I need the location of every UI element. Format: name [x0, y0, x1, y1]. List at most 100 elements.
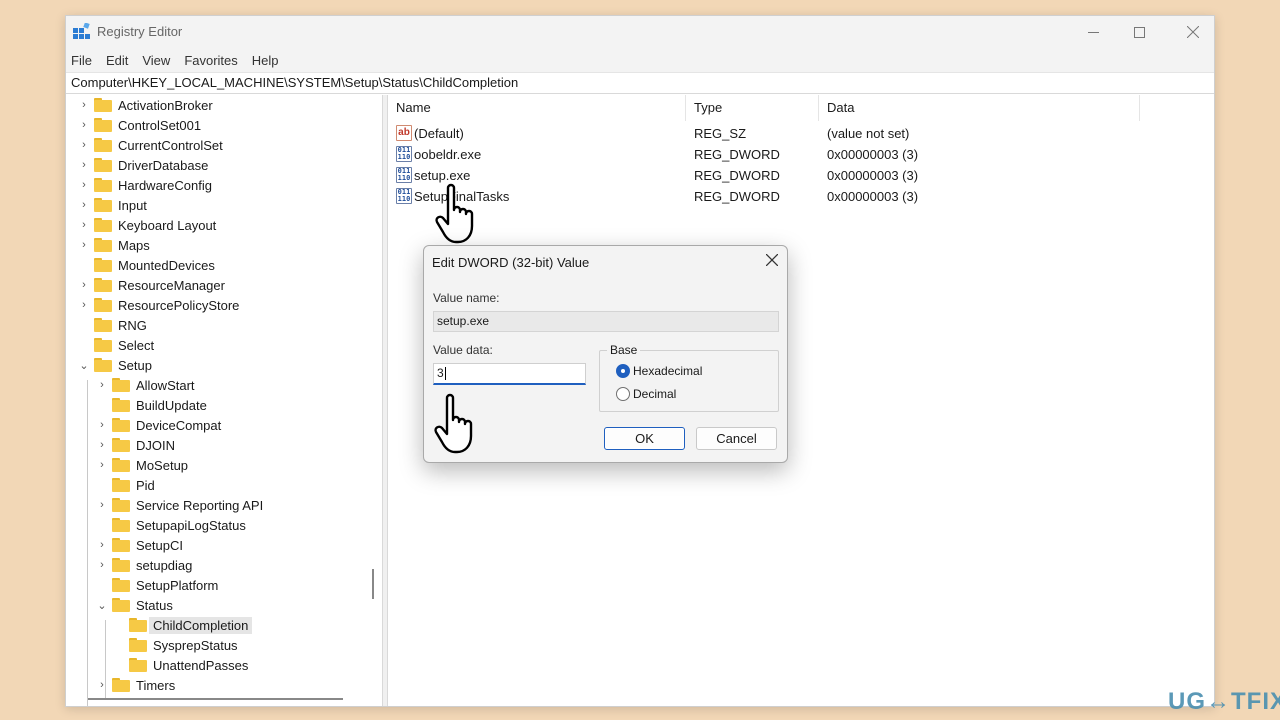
key-tree-pane[interactable]: › ActivationBroker › ControlSet001 › Curren… — [66, 95, 382, 706]
value-row[interactable]: ab (Default) REG_SZ (value not set) — [388, 123, 1148, 144]
maximize-button[interactable] — [1116, 16, 1162, 48]
tree-item-activationbroker[interactable]: › ActivationBroker — [78, 95, 213, 115]
close-button[interactable] — [1170, 16, 1214, 48]
chevron-right-icon[interactable]: › — [78, 239, 90, 251]
tree-item-label: Service Reporting API — [136, 497, 264, 513]
tree-item-mosetup[interactable]: › MoSetup — [96, 455, 188, 475]
chevron-down-icon[interactable]: ⌄ — [96, 599, 108, 612]
chevron-right-icon[interactable]: › — [96, 419, 108, 431]
chevron-right-icon[interactable]: › — [96, 459, 108, 471]
tree-item-service-reporting-api[interactable]: › Service Reporting API — [96, 495, 263, 515]
minimize-button[interactable] — [1070, 16, 1116, 48]
tree-item-sysprepstatus[interactable]: SysprepStatus — [113, 635, 238, 655]
column-header-name[interactable]: Name — [388, 95, 686, 121]
pointing-hand-icon — [435, 183, 474, 244]
tree-item-keyboard-layout[interactable]: › Keyboard Layout — [78, 215, 216, 235]
tree-item-label: Input — [118, 197, 147, 213]
folder-icon — [129, 638, 147, 652]
tree-vertical-scrollbar[interactable] — [372, 569, 374, 599]
chevron-right-icon[interactable]: › — [78, 179, 90, 191]
menu-file[interactable]: File — [71, 53, 92, 68]
base-label: Base — [607, 343, 641, 357]
chevron-right-icon[interactable]: › — [96, 559, 108, 571]
address-bar[interactable]: Computer\HKEY_LOCAL_MACHINE\SYSTEM\Setup… — [66, 72, 1214, 94]
tree-item-resourcemanager[interactable]: › ResourceManager — [78, 275, 225, 295]
chevron-right-icon[interactable]: › — [78, 299, 90, 311]
decimal-radio[interactable] — [616, 387, 630, 401]
column-header-type[interactable]: Type — [686, 95, 819, 121]
tree-item-djoin[interactable]: › DJOIN — [96, 435, 175, 455]
tree-item-resourcepolicystore[interactable]: › ResourcePolicyStore — [78, 295, 239, 315]
chevron-right-icon[interactable]: › — [78, 159, 90, 171]
hexadecimal-label[interactable]: Hexadecimal — [633, 364, 702, 378]
cancel-button[interactable]: Cancel — [696, 427, 777, 450]
chevron-right-icon[interactable]: › — [78, 139, 90, 151]
window-title: Registry Editor — [97, 24, 183, 39]
folder-icon — [112, 378, 130, 392]
decimal-label[interactable]: Decimal — [633, 387, 676, 401]
tree-item-currentcontrolset[interactable]: › CurrentControlSet — [78, 135, 223, 155]
value-row[interactable]: 011 110 oobeldr.exe REG_DWORD 0x00000003 … — [388, 144, 1148, 165]
value-data: (value not set) — [827, 126, 910, 141]
tree-item-mounteddevices[interactable]: MountedDevices — [78, 255, 215, 275]
tree-item-status[interactable]: ⌄ Status — [96, 595, 172, 615]
tree-item-setupplatform[interactable]: SetupPlatform — [96, 575, 218, 595]
chevron-right-icon[interactable]: › — [78, 279, 90, 291]
dialog-close-button[interactable] — [760, 250, 784, 274]
menu-help[interactable]: Help — [252, 53, 279, 68]
tree-item-setupci[interactable]: › SetupCI — [96, 535, 183, 555]
registry-editor-app-icon — [73, 23, 90, 39]
tree-item-pid[interactable]: Pid — [96, 475, 155, 495]
chevron-right-icon[interactable]: › — [96, 539, 108, 551]
chevron-down-icon[interactable]: ⌄ — [78, 359, 90, 372]
tree-item-setupapilogstatus[interactable]: SetupapiLogStatus — [96, 515, 246, 535]
tree-item-maps[interactable]: › Maps — [78, 235, 150, 255]
tree-item-timers[interactable]: › Timers — [96, 675, 175, 695]
text-caret — [444, 367, 446, 381]
column-header-data[interactable]: Data — [819, 95, 1140, 121]
tree-item-allowstart[interactable]: › AllowStart — [96, 375, 194, 395]
chevron-right-icon[interactable]: › — [96, 379, 108, 391]
folder-icon — [112, 538, 130, 552]
value-name: oobeldr.exe — [414, 147, 482, 162]
value-name-field: setup.exe — [433, 311, 779, 332]
tree-item-unattendpasses[interactable]: UnattendPasses — [113, 655, 248, 675]
value-type: REG_DWORD — [694, 147, 780, 162]
tree-item-setup[interactable]: ⌄ Setup — [78, 355, 152, 375]
tree-item-devicecompat[interactable]: › DeviceCompat — [96, 415, 221, 435]
value-row[interactable]: 011 110 setup.exe REG_DWORD 0x00000003 (3… — [388, 165, 1148, 186]
chevron-right-icon[interactable]: › — [78, 219, 90, 231]
tree-item-label: SetupapiLogStatus — [136, 517, 246, 533]
tree-item-controlset001[interactable]: › ControlSet001 — [78, 115, 201, 135]
chevron-right-icon[interactable]: › — [78, 99, 90, 111]
tree-item-setupdiag[interactable]: › setupdiag — [96, 555, 192, 575]
tree-item-input[interactable]: › Input — [78, 195, 147, 215]
chevron-right-icon[interactable]: › — [96, 679, 108, 691]
tree-item-label: Keyboard Layout — [118, 217, 217, 233]
tree-item-label: ChildCompletion — [149, 616, 253, 634]
tree-item-hardwareconfig[interactable]: › HardwareConfig — [78, 175, 212, 195]
chevron-right-icon[interactable]: › — [78, 199, 90, 211]
value-row[interactable]: 011 110 SetupFinalTasks REG_DWORD 0x00000… — [388, 186, 1148, 207]
folder-icon — [112, 598, 130, 612]
tree-item-driverdatabase[interactable]: › DriverDatabase — [78, 155, 208, 175]
menu-edit[interactable]: Edit — [106, 53, 128, 68]
chevron-right-icon[interactable]: › — [78, 119, 90, 131]
value-data-input[interactable]: 3 — [433, 363, 586, 385]
tree-horizontal-scrollbar[interactable] — [88, 698, 343, 700]
tree-item-select[interactable]: Select — [78, 335, 154, 355]
tree-item-rng[interactable]: RNG — [78, 315, 147, 335]
menu-view[interactable]: View — [142, 53, 170, 68]
hexadecimal-radio[interactable] — [616, 364, 630, 378]
tree-item-label: ResourceManager — [118, 277, 225, 293]
tree-item-buildupdate[interactable]: BuildUpdate — [96, 395, 207, 415]
value-data: 0x00000003 (3) — [827, 147, 919, 162]
value-data: 0x00000003 (3) — [827, 189, 919, 204]
tree-item-childcompletion[interactable]: ChildCompletion — [113, 615, 253, 635]
chevron-right-icon[interactable]: › — [96, 439, 108, 451]
tree-item-label: ControlSet001 — [118, 117, 202, 133]
menu-favorites[interactable]: Favorites — [184, 53, 237, 68]
ok-button[interactable]: OK — [604, 427, 685, 450]
chevron-right-icon[interactable]: › — [96, 499, 108, 511]
value-type: REG_SZ — [694, 126, 747, 141]
